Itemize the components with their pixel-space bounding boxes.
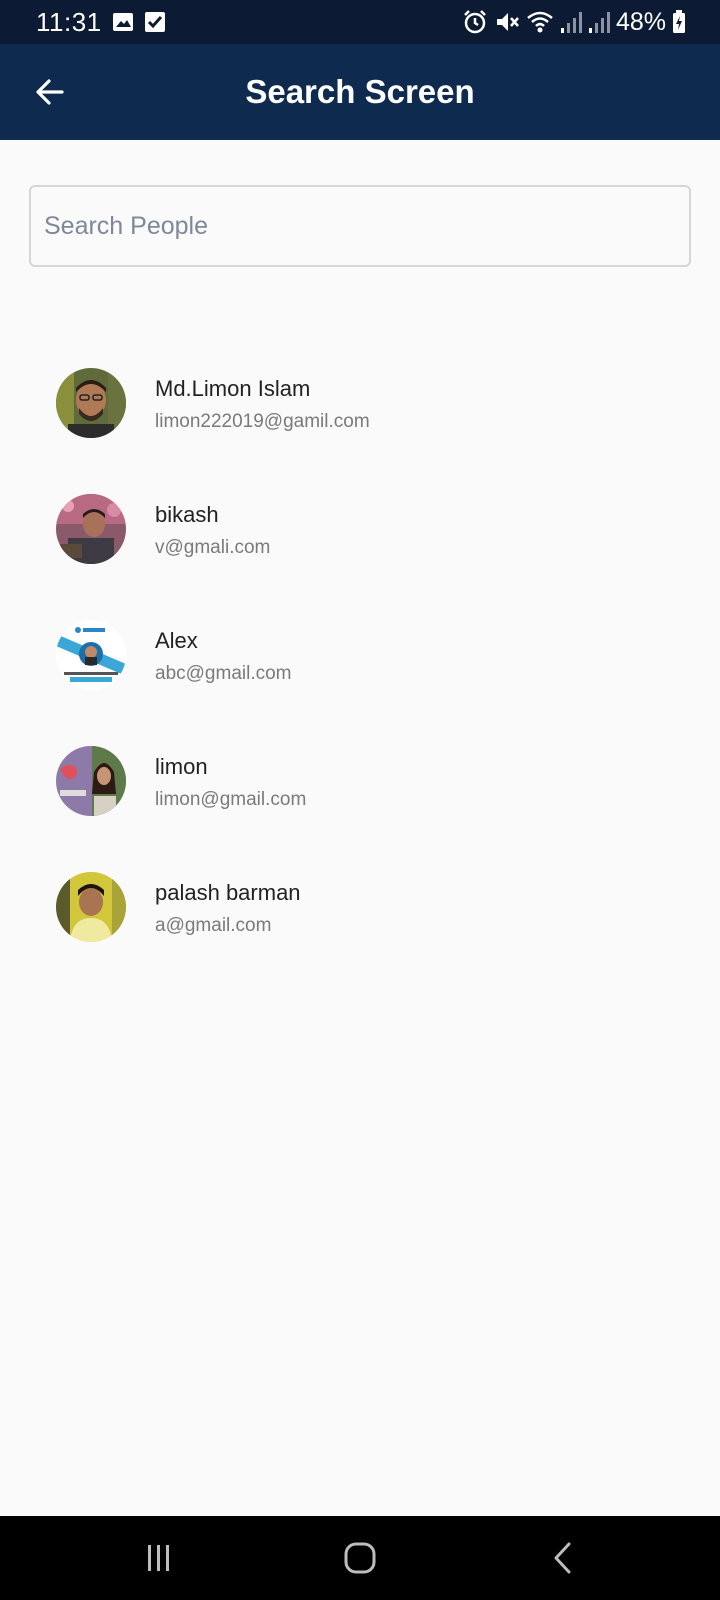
person-name: limon (155, 754, 208, 779)
page-title: Search Screen (245, 73, 475, 110)
battery-percent: 48% (615, 7, 666, 36)
search-field (29, 185, 691, 267)
person-email: limon@gmail.com (155, 789, 307, 810)
status-time: 11:31 (36, 6, 102, 37)
signal-icon (588, 10, 610, 34)
avatar (56, 368, 126, 438)
avatar (56, 872, 126, 942)
status-left: 11:31 (36, 7, 166, 38)
list-item[interactable]: Alex abc@gmail.com (0, 593, 720, 719)
person-name: palash barman (155, 880, 301, 905)
back-nav-button[interactable] (533, 1530, 593, 1586)
home-button[interactable] (330, 1530, 390, 1586)
list-item[interactable]: limon limon@gmail.com (0, 719, 720, 845)
list-item[interactable]: Md.Limon Islam limon222019@gamil.com (0, 341, 720, 467)
home-icon (343, 1541, 377, 1575)
check-box-icon (144, 11, 166, 33)
person-name: bikash (155, 502, 219, 527)
person-email: v@gmali.com (155, 537, 271, 558)
alarm-icon (462, 9, 488, 35)
back-icon (551, 1542, 575, 1574)
wifi-icon (526, 9, 554, 35)
status-bar: 11:31 48% (0, 0, 720, 44)
avatar (56, 494, 126, 564)
avatar (56, 746, 126, 816)
list-item[interactable]: palash barman a@gmail.com (0, 845, 720, 971)
recent-apps-button[interactable] (129, 1530, 189, 1586)
person-name: Alex (155, 628, 198, 653)
status-right: 48% (462, 8, 686, 37)
recent-apps-icon (144, 1543, 174, 1573)
back-button[interactable] (26, 68, 74, 116)
people-list: Md.Limon Islam limon222019@gamil.com bik… (0, 341, 720, 971)
search-input[interactable] (31, 187, 689, 265)
person-email: abc@gmail.com (155, 663, 292, 684)
image-icon (112, 11, 134, 33)
arrow-back-icon (34, 76, 66, 108)
list-item[interactable]: bikash v@gmali.com (0, 467, 720, 593)
navigation-bar (0, 1516, 720, 1600)
avatar (56, 620, 126, 690)
person-name: Md.Limon Islam (155, 376, 311, 401)
signal-icon (560, 10, 582, 34)
person-email: limon222019@gamil.com (155, 411, 370, 432)
battery-charging-icon (672, 10, 686, 34)
person-email: a@gmail.com (155, 915, 272, 936)
mute-icon (494, 9, 520, 35)
app-bar: Search Screen (0, 44, 720, 140)
